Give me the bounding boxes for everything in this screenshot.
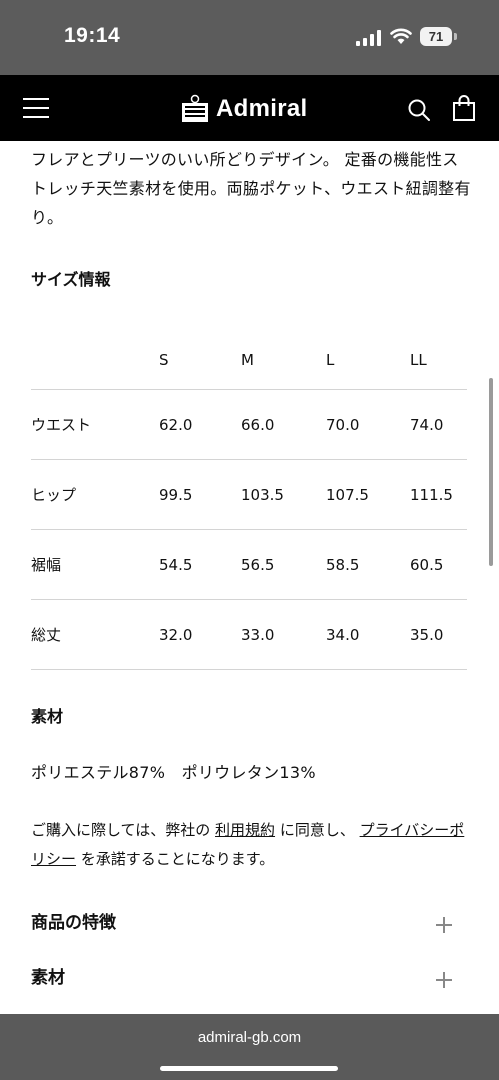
accordion-title: 商品の特徴 bbox=[31, 913, 116, 933]
table-cell: 111.5 bbox=[410, 459, 467, 530]
table-cell: 54.5 bbox=[159, 529, 241, 600]
size-column-header: LL bbox=[410, 331, 467, 390]
table-cell: 56.5 bbox=[241, 529, 326, 600]
table-row: 裾幅 54.5 56.5 58.5 60.5 bbox=[31, 529, 467, 600]
url-text[interactable]: admiral-gb.com bbox=[0, 1029, 499, 1046]
search-icon[interactable] bbox=[407, 98, 431, 122]
accordion-material[interactable]: 素材 bbox=[31, 963, 469, 1003]
size-table: S M L LL ウエスト 62.0 66.0 70.0 74.0 ヒップ 99… bbox=[31, 331, 467, 670]
material-heading: 素材 bbox=[31, 707, 64, 726]
notice-text: を承諾することになります。 bbox=[76, 850, 275, 868]
material-composition: ポリエステル87% ポリウレタン13% bbox=[31, 763, 316, 782]
scrollbar[interactable] bbox=[489, 378, 493, 566]
table-cell: 70.0 bbox=[326, 389, 410, 460]
notice-text: ご購入に際しては、弊社の bbox=[31, 821, 216, 839]
plus-icon[interactable] bbox=[436, 917, 452, 933]
table-cell: 74.0 bbox=[410, 389, 467, 460]
size-info-heading: サイズ情報 bbox=[31, 270, 111, 289]
home-indicator bbox=[160, 1066, 338, 1071]
hamburger-menu-icon[interactable] bbox=[23, 98, 49, 118]
accordion-features[interactable]: 商品の特徴 bbox=[31, 908, 469, 948]
table-cell: 58.5 bbox=[326, 529, 410, 600]
wifi-icon bbox=[390, 28, 412, 44]
battery-indicator: 71 bbox=[420, 27, 452, 46]
table-row: ウエスト 62.0 66.0 70.0 74.0 bbox=[31, 389, 467, 460]
row-label: 裾幅 bbox=[31, 529, 159, 600]
brand-name: Admiral bbox=[216, 95, 308, 122]
row-label: ウエスト bbox=[31, 389, 159, 460]
row-label: 総丈 bbox=[31, 599, 159, 670]
size-column-header: S bbox=[159, 331, 241, 390]
browser-address-bar[interactable]: admiral-gb.com bbox=[0, 1014, 499, 1080]
size-table-corner bbox=[31, 331, 159, 390]
table-cell: 34.0 bbox=[326, 599, 410, 670]
row-label: ヒップ bbox=[31, 459, 159, 530]
product-description: フレアとプリーツのいい所どりデザイン。 定番の機能性ストレッチ天竺素材を使用。両… bbox=[31, 150, 471, 227]
table-cell: 60.5 bbox=[410, 529, 467, 600]
notice-text: に同意し、 bbox=[275, 821, 360, 839]
admiral-badge-icon bbox=[182, 94, 208, 122]
table-cell: 35.0 bbox=[410, 599, 467, 670]
table-cell: 32.0 bbox=[159, 599, 241, 670]
size-table-header-row: S M L LL bbox=[31, 331, 467, 390]
table-cell: 66.0 bbox=[241, 389, 326, 460]
size-column-header: M bbox=[241, 331, 326, 390]
size-column-header: L bbox=[326, 331, 410, 390]
accordion-title: 素材 bbox=[31, 968, 65, 988]
table-cell: 103.5 bbox=[241, 459, 326, 530]
status-bar: 19:14 71 bbox=[0, 0, 499, 75]
status-time: 19:14 bbox=[64, 24, 121, 47]
plus-icon[interactable] bbox=[436, 972, 452, 988]
brand-logo[interactable]: Admiral bbox=[180, 93, 307, 125]
shopping-bag-icon[interactable] bbox=[452, 95, 476, 121]
table-cell: 62.0 bbox=[159, 389, 241, 460]
table-cell: 33.0 bbox=[241, 599, 326, 670]
terms-link[interactable]: 利用規約 bbox=[215, 821, 275, 839]
table-cell: 107.5 bbox=[326, 459, 410, 530]
purchase-notice: ご購入に際しては、弊社の 利用規約 に同意し、 プライバシーポリシー を承諾する… bbox=[31, 816, 471, 874]
site-header: Admiral bbox=[0, 75, 499, 141]
table-cell: 99.5 bbox=[159, 459, 241, 530]
battery-tip bbox=[454, 33, 457, 40]
table-row: 総丈 32.0 33.0 34.0 35.0 bbox=[31, 599, 467, 670]
signal-icon bbox=[356, 30, 381, 46]
table-row: ヒップ 99.5 103.5 107.5 111.5 bbox=[31, 459, 467, 530]
